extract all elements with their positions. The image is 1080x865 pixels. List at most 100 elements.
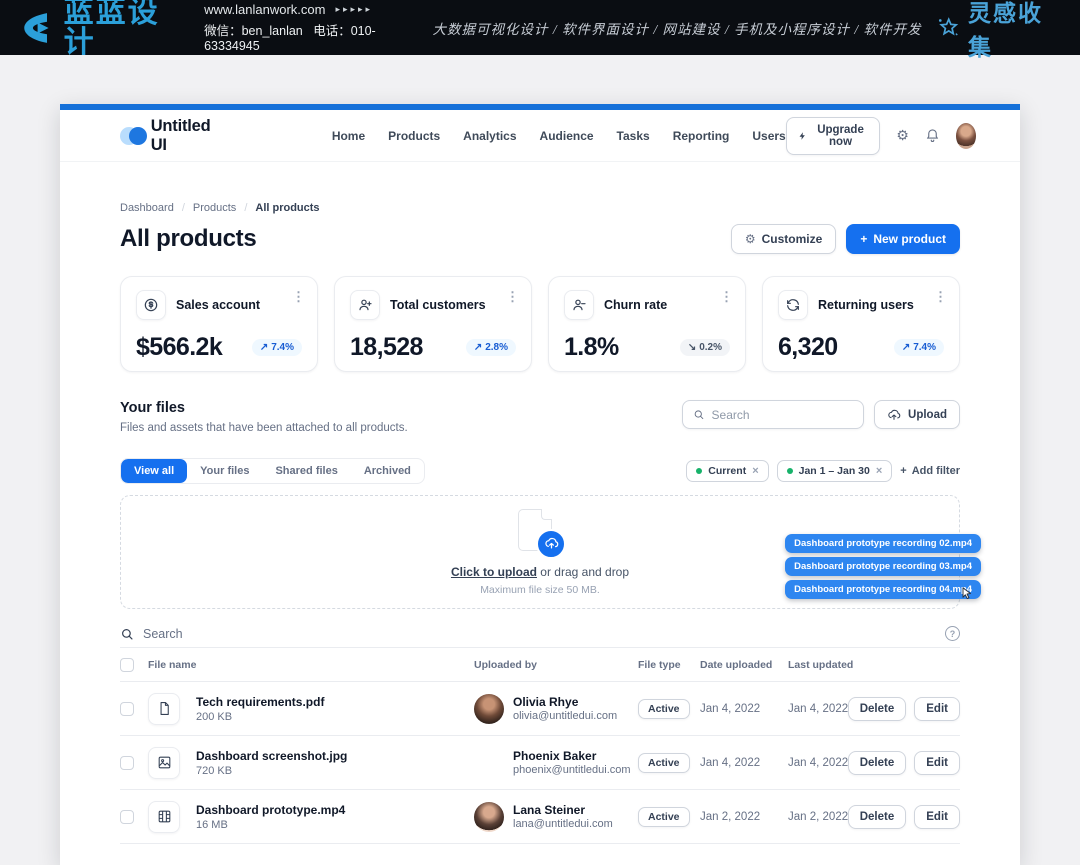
filter-chip-current[interactable]: Current ×: [686, 460, 768, 482]
stat-card-returning-users: Returning users ⋮ 6,320 ↗ 7.4%: [762, 276, 960, 372]
avatar: [474, 748, 504, 778]
table-search-input[interactable]: [143, 627, 936, 641]
click-to-upload-link[interactable]: Click to upload: [451, 565, 537, 579]
stat-value: 1.8%: [564, 333, 619, 362]
brand-name: Untitled UI: [151, 117, 216, 155]
upload-file-icon: [518, 509, 562, 557]
trend-up-icon: ↗: [260, 342, 268, 353]
customize-button[interactable]: ⚙ Customize: [731, 224, 836, 254]
files-section-subtitle: Files and assets that have been attached…: [120, 422, 408, 434]
nav-item-tasks[interactable]: Tasks: [617, 129, 650, 143]
dots-menu-icon[interactable]: ⋮: [506, 289, 519, 305]
row-actions: Delete Edit: [866, 805, 960, 829]
user-avatar[interactable]: [956, 123, 976, 149]
files-search[interactable]: [682, 400, 864, 429]
dashboard-window: Untitled UI Home Products Analytics Audi…: [60, 104, 1020, 865]
delete-button[interactable]: Delete: [848, 805, 907, 829]
close-icon[interactable]: ×: [876, 465, 882, 477]
upload-button[interactable]: Upload: [874, 400, 960, 429]
edit-button[interactable]: Edit: [914, 805, 960, 829]
uploader-name: Lana Steiner: [513, 803, 613, 817]
col-date-uploaded: Date uploaded: [700, 659, 788, 671]
trend-up-icon: ↗: [902, 342, 910, 353]
uploader-name: Phoenix Baker: [513, 749, 631, 763]
tab-archived[interactable]: Archived: [351, 459, 424, 483]
image-file-icon: [148, 747, 180, 779]
filter-chip-date-range[interactable]: Jan 1 – Jan 30 ×: [777, 460, 893, 482]
date-uploaded: Jan 4, 2022: [700, 757, 788, 769]
file-name: Tech requirements.pdf: [196, 695, 474, 709]
stat-label: Total customers: [390, 298, 486, 312]
file-size: 720 KB: [196, 765, 474, 777]
upload-dropzone[interactable]: Click to upload or drag and drop Maximum…: [120, 495, 960, 609]
file-chip[interactable]: Dashboard prototype recording 04.mp4: [785, 580, 981, 599]
breadcrumb-dashboard[interactable]: Dashboard: [120, 202, 174, 214]
breadcrumb-separator: /: [182, 202, 185, 214]
row-checkbox[interactable]: [120, 810, 134, 824]
table-search[interactable]: ?: [120, 620, 960, 648]
status-badge: Active: [638, 753, 690, 773]
tab-your-files[interactable]: Your files: [187, 459, 262, 483]
trend-up-icon: ↗: [474, 342, 482, 353]
edit-button[interactable]: Edit: [914, 751, 960, 775]
new-product-label: New product: [873, 232, 946, 246]
select-all-checkbox[interactable]: [120, 658, 134, 672]
delete-button[interactable]: Delete: [848, 751, 907, 775]
file-tabs: View all Your files Shared files Archive…: [120, 458, 425, 484]
plus-icon: +: [860, 232, 867, 246]
stat-value: 18,528: [350, 333, 423, 362]
trend-value: 0.2%: [699, 342, 722, 353]
avatar: [474, 802, 504, 832]
status-badge: Active: [638, 807, 690, 827]
file-chip[interactable]: Dashboard prototype recording 03.mp4: [785, 557, 981, 576]
lanlan-logo-icon: [18, 8, 56, 48]
nav-item-reporting[interactable]: Reporting: [673, 129, 730, 143]
date-uploaded: Jan 4, 2022: [700, 703, 788, 715]
promo-banner: 蓝蓝设计 www.lanlanwork.com ▸▸▸▸▸ 微信：ben_lan…: [0, 0, 1080, 55]
table-row: Tech requirements.pdf 200 KB Olivia Rhye…: [120, 682, 960, 736]
dragged-file-chips: Dashboard prototype recording 02.mp4 Das…: [785, 534, 981, 599]
app-navbar: Untitled UI Home Products Analytics Audi…: [60, 110, 1020, 162]
page-background: Untitled UI Home Products Analytics Audi…: [0, 55, 1080, 865]
tab-view-all[interactable]: View all: [121, 459, 187, 483]
breadcrumb-products[interactable]: Products: [193, 202, 236, 214]
add-filter-button[interactable]: + Add filter: [900, 465, 960, 477]
inspiration-collect: 灵感收集: [936, 0, 1062, 62]
settings-button[interactable]: ⚙: [896, 128, 909, 144]
help-icon[interactable]: ?: [945, 626, 960, 641]
refresh-icon: [778, 290, 808, 320]
row-actions: Delete Edit: [866, 751, 960, 775]
breadcrumb: Dashboard / Products / All products: [120, 202, 960, 214]
delete-button[interactable]: Delete: [848, 697, 907, 721]
nav-item-audience[interactable]: Audience: [540, 129, 594, 143]
banner-website: www.lanlanwork.com: [204, 2, 325, 17]
dots-menu-icon[interactable]: ⋮: [720, 289, 733, 305]
row-checkbox[interactable]: [120, 756, 134, 770]
nav-item-analytics[interactable]: Analytics: [463, 129, 516, 143]
edit-button[interactable]: Edit: [914, 697, 960, 721]
row-checkbox[interactable]: [120, 702, 134, 716]
stat-card-sales-account: Sales account ⋮ $566.2k ↗ 7.4%: [120, 276, 318, 372]
new-product-button[interactable]: + New product: [846, 224, 960, 254]
trend-value: 7.4%: [913, 342, 936, 353]
close-icon[interactable]: ×: [752, 465, 758, 477]
files-table: File name Uploaded by File type Date upl…: [120, 658, 960, 844]
search-icon: [120, 627, 134, 641]
dots-menu-icon[interactable]: ⋮: [934, 289, 947, 305]
upgrade-label: Upgrade now: [813, 124, 868, 148]
file-chip[interactable]: Dashboard prototype recording 02.mp4: [785, 534, 981, 553]
max-file-size-hint: Maximum file size 50 MB.: [480, 584, 600, 596]
upgrade-now-button[interactable]: Upgrade now: [786, 117, 880, 155]
customize-label: Customize: [762, 232, 823, 246]
notifications-button[interactable]: [925, 128, 940, 143]
nav-item-users[interactable]: Users: [752, 129, 785, 143]
main-content: Dashboard / Products / All products All …: [60, 202, 1020, 844]
nav-item-home[interactable]: Home: [332, 129, 365, 143]
tab-shared-files[interactable]: Shared files: [262, 459, 350, 483]
trend-badge: ↘ 0.2%: [680, 339, 730, 356]
files-search-input[interactable]: [712, 408, 854, 422]
dots-menu-icon[interactable]: ⋮: [292, 289, 305, 305]
filter-label: Jan 1 – Jan 30: [799, 465, 870, 477]
nav-item-products[interactable]: Products: [388, 129, 440, 143]
stat-card-total-customers: Total customers ⋮ 18,528 ↗ 2.8%: [334, 276, 532, 372]
